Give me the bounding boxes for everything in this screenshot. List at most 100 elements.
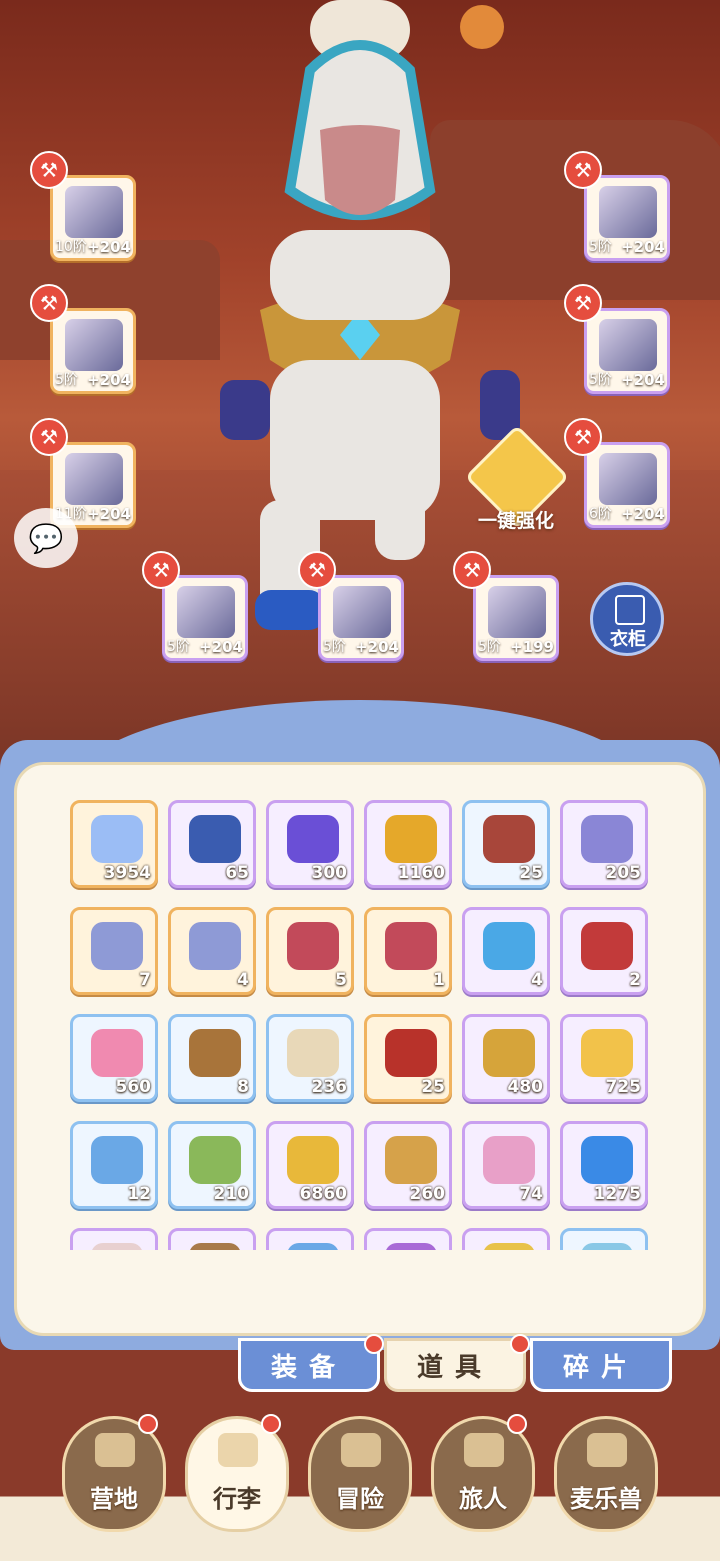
- inventory-grid: 3954 65 300 1160 25 205 7 4 5 1 4 2 560 8 236 25 480 725 1…: [70, 800, 650, 1250]
- equipment-slot[interactable]: 5阶 +204: [584, 175, 670, 261]
- nav-label: 营地: [90, 1485, 138, 1513]
- item-quantity: 25: [421, 1077, 445, 1097]
- inventory-item[interactable]: 205: [560, 800, 648, 888]
- paw-icon: [91, 1029, 143, 1077]
- inventory-item[interactable]: 5: [266, 907, 354, 995]
- item-quantity: 236: [311, 1077, 348, 1097]
- inventory-item[interactable]: 7: [70, 907, 158, 995]
- inventory-item[interactable]: 4: [168, 907, 256, 995]
- equipment-slot[interactable]: 10阶 +204: [50, 175, 136, 261]
- inventory-item[interactable]: 725: [560, 1014, 648, 1102]
- enhance-hammer-icon[interactable]: ⚒: [453, 551, 491, 589]
- tier-label: 5阶: [167, 639, 190, 655]
- wardrobe-icon: [615, 595, 645, 625]
- tab-items[interactable]: 道具: [384, 1338, 526, 1392]
- bonus-label: +204: [87, 505, 131, 523]
- card-icon: [385, 1029, 437, 1077]
- enhance-hammer-icon[interactable]: ⚒: [30, 151, 68, 189]
- cat-badge-icon: [483, 1029, 535, 1077]
- equipment-slot[interactable]: 6阶 +204: [584, 442, 670, 528]
- charm-icon: [488, 586, 546, 638]
- item-quantity: 8: [237, 1077, 249, 1097]
- equipment-slot[interactable]: 5阶 +204: [162, 575, 248, 661]
- inventory-item[interactable]: 210: [168, 1121, 256, 1209]
- bonus-label: +204: [87, 238, 131, 256]
- item-quantity: 260: [409, 1184, 446, 1204]
- blue-crystal-shield-icon: [189, 922, 241, 970]
- nav-pet[interactable]: 麦乐兽: [554, 1416, 658, 1532]
- cheese-icon: [581, 1029, 633, 1077]
- inventory-item[interactable]: [462, 1228, 550, 1250]
- water-orb-icon: [91, 1136, 143, 1184]
- inventory-item[interactable]: 236: [266, 1014, 354, 1102]
- one-click-enhance-button[interactable]: 一键强化: [464, 424, 570, 532]
- inventory-item[interactable]: 560: [70, 1014, 158, 1102]
- enhance-hammer-icon[interactable]: ⚒: [564, 284, 602, 322]
- equipment-slot[interactable]: 5阶 +204: [50, 308, 136, 394]
- equipment-slot[interactable]: 5阶 +199: [473, 575, 559, 661]
- inventory-item[interactable]: 8: [168, 1014, 256, 1102]
- equipment-slot[interactable]: 5阶 +204: [318, 575, 404, 661]
- nav-crossed-swords[interactable]: 冒险: [308, 1416, 412, 1532]
- item-quantity: 4: [237, 970, 249, 990]
- sword-icon: [65, 186, 123, 238]
- red-potion-icon: [581, 922, 633, 970]
- purple-gem-icon: [287, 815, 339, 863]
- inventory-item[interactable]: 3954: [70, 800, 158, 888]
- bonus-label: +204: [87, 371, 131, 389]
- enhance-hammer-icon[interactable]: ⚒: [564, 151, 602, 189]
- inventory-item[interactable]: [364, 1228, 452, 1250]
- herb-paper-icon: [189, 1136, 241, 1184]
- cookie-star-icon: [385, 1136, 437, 1184]
- enhance-hammer-icon[interactable]: ⚒: [564, 418, 602, 456]
- inventory-tabs: 装备 道具 碎片: [238, 1334, 678, 1394]
- item-quantity: 210: [213, 1184, 250, 1204]
- item-quantity: 1275: [593, 1184, 641, 1204]
- tab-equipment[interactable]: 装备: [238, 1338, 380, 1392]
- tab-fragments[interactable]: 碎片: [530, 1338, 672, 1392]
- inventory-item[interactable]: [70, 1228, 158, 1250]
- inventory-item[interactable]: 1: [364, 907, 452, 995]
- inventory-item[interactable]: 65: [168, 800, 256, 888]
- inventory-item[interactable]: 25: [364, 1014, 452, 1102]
- blue-potion-icon: [483, 922, 535, 970]
- paint-tube-icon: [483, 1136, 535, 1184]
- inventory-item[interactable]: 1160: [364, 800, 452, 888]
- item-quantity: 1: [433, 970, 445, 990]
- wardrobe-button[interactable]: 衣柜: [590, 582, 664, 656]
- inventory-item[interactable]: 4: [462, 907, 550, 995]
- inventory-item[interactable]: 260: [364, 1121, 452, 1209]
- tier-label: 5阶: [323, 639, 346, 655]
- item-icon: [483, 1243, 535, 1250]
- inventory-item[interactable]: 25: [462, 800, 550, 888]
- enhance-hammer-icon[interactable]: ⚒: [142, 551, 180, 589]
- necklace-icon: [333, 586, 391, 638]
- inventory-item[interactable]: 480: [462, 1014, 550, 1102]
- inventory-item[interactable]: 300: [266, 800, 354, 888]
- enhance-hammer-icon[interactable]: ⚒: [298, 551, 336, 589]
- wardrobe-label: 衣柜: [610, 629, 646, 650]
- one-click-enhance-label: 一键强化: [477, 510, 554, 532]
- ring-icon: [177, 586, 235, 638]
- equipment-slot[interactable]: 5阶 +204: [584, 308, 670, 394]
- tier-label: 5阶: [478, 639, 501, 655]
- item-quantity: 300: [311, 863, 348, 883]
- notification-badge: [261, 1414, 281, 1434]
- item-quantity: 5: [335, 970, 347, 990]
- traveler-icon: [464, 1433, 504, 1467]
- enhance-hammer-icon[interactable]: ⚒: [30, 418, 68, 456]
- chat-button[interactable]: 💬: [14, 508, 78, 568]
- inventory-item[interactable]: [560, 1228, 648, 1250]
- notification-badge: [364, 1334, 384, 1354]
- inventory-item[interactable]: [168, 1228, 256, 1250]
- inventory-item[interactable]: 2: [560, 907, 648, 995]
- inventory-item[interactable]: 1275: [560, 1121, 648, 1209]
- rice-bowl-icon: [287, 1029, 339, 1077]
- inventory-item[interactable]: 74: [462, 1121, 550, 1209]
- inventory-item[interactable]: 12: [70, 1121, 158, 1209]
- inventory-item[interactable]: [266, 1228, 354, 1250]
- slime-icon: [581, 1136, 633, 1184]
- enhance-hammer-icon[interactable]: ⚒: [30, 284, 68, 322]
- companion-character: [460, 5, 504, 49]
- inventory-item[interactable]: 6860: [266, 1121, 354, 1209]
